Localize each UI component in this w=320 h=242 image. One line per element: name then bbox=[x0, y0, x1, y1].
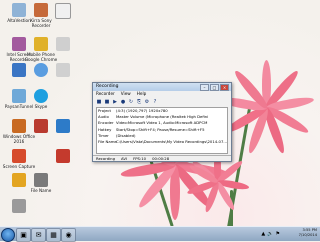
desktop: AltaVestion Kirra Sony Recorder Intel Sc… bbox=[0, 0, 320, 226]
document-icon bbox=[55, 3, 71, 19]
stop-icon[interactable]: ■ bbox=[96, 99, 102, 105]
menu-help[interactable]: Help bbox=[137, 91, 147, 97]
refresh-icon[interactable]: ↻ bbox=[128, 99, 134, 105]
app-icon bbox=[34, 173, 48, 187]
copy-icon[interactable]: ⎘ bbox=[136, 99, 142, 105]
app-icon bbox=[56, 63, 70, 77]
recording-info-panel: Project (4:3) (1920,797) 1920x780 Audio … bbox=[96, 107, 228, 154]
app-icon bbox=[56, 149, 70, 163]
toolbar: ■ ■ ▶ ● ↻ ⎘ ⚙ ? bbox=[93, 97, 231, 106]
mail-icon: ✉ bbox=[35, 231, 42, 239]
taskbar: ▣ ✉ ▦ ◉ ▲ 🔊 ⚑ 3:55 PM 7/10/2014 bbox=[0, 226, 320, 242]
help-icon[interactable]: ? bbox=[152, 99, 158, 105]
volume-icon[interactable]: 🔊 bbox=[267, 231, 273, 237]
maximize-button[interactable]: □ bbox=[210, 84, 219, 91]
desktop-icon[interactable] bbox=[46, 2, 80, 32]
status-state: Recording bbox=[96, 156, 115, 161]
desktop-icon[interactable]: Skype bbox=[24, 88, 58, 118]
media-icon: ▦ bbox=[50, 231, 57, 239]
recorder-icon: ◉ bbox=[65, 231, 72, 239]
status-fps: FPS:10 bbox=[133, 156, 147, 161]
clock[interactable]: 3:55 PM 7/10/2014 bbox=[299, 228, 317, 238]
menu-recorder[interactable]: Recorder bbox=[96, 91, 115, 97]
desktop-icon-label: Skype bbox=[34, 104, 48, 109]
system-tray: ▲ 🔊 ⚑ bbox=[261, 231, 280, 237]
explorer-icon: ▣ bbox=[20, 231, 27, 239]
clock-date: 7/10/2014 bbox=[298, 233, 317, 237]
desktop-icon[interactable] bbox=[2, 198, 36, 226]
recorder-window[interactable]: Recording – □ × Recorder View Help ■ ■ ▶… bbox=[92, 82, 232, 162]
flag-icon[interactable]: ⚑ bbox=[276, 231, 280, 237]
info-row: File Name C:\Users\Vista\Documents\My Vi… bbox=[97, 139, 227, 145]
show-hidden-icon[interactable]: ▲ bbox=[261, 231, 265, 237]
desktop-icon-label: Screen Capture bbox=[2, 164, 36, 169]
play-icon[interactable]: ▶ bbox=[112, 99, 118, 105]
app-icon bbox=[56, 119, 70, 133]
app-icon bbox=[12, 149, 26, 163]
desktop-icon-label: File Name bbox=[30, 188, 52, 193]
info-key: File Name bbox=[98, 138, 117, 144]
desktop-icon[interactable] bbox=[46, 118, 80, 148]
pause-icon[interactable]: ■ bbox=[104, 99, 110, 105]
status-elapsed: 00:00:28 bbox=[152, 156, 170, 161]
app-icon bbox=[12, 199, 26, 213]
window-title: Recording bbox=[96, 84, 119, 89]
skype-icon bbox=[34, 89, 48, 103]
window-titlebar[interactable]: Recording – □ × bbox=[93, 83, 231, 91]
settings-icon[interactable]: ⚙ bbox=[144, 99, 150, 105]
minimize-button[interactable]: – bbox=[200, 84, 209, 91]
close-button[interactable]: × bbox=[220, 84, 229, 91]
record-icon[interactable]: ● bbox=[120, 99, 126, 105]
app-icon bbox=[56, 37, 70, 51]
menu-view[interactable]: View bbox=[121, 91, 131, 97]
status-format: AVI bbox=[121, 156, 128, 161]
info-value: C:\Users\Vista\Documents\My Video Record… bbox=[116, 138, 227, 144]
status-bar: Recording AVI FPS:10 00:00:28 bbox=[93, 155, 231, 162]
